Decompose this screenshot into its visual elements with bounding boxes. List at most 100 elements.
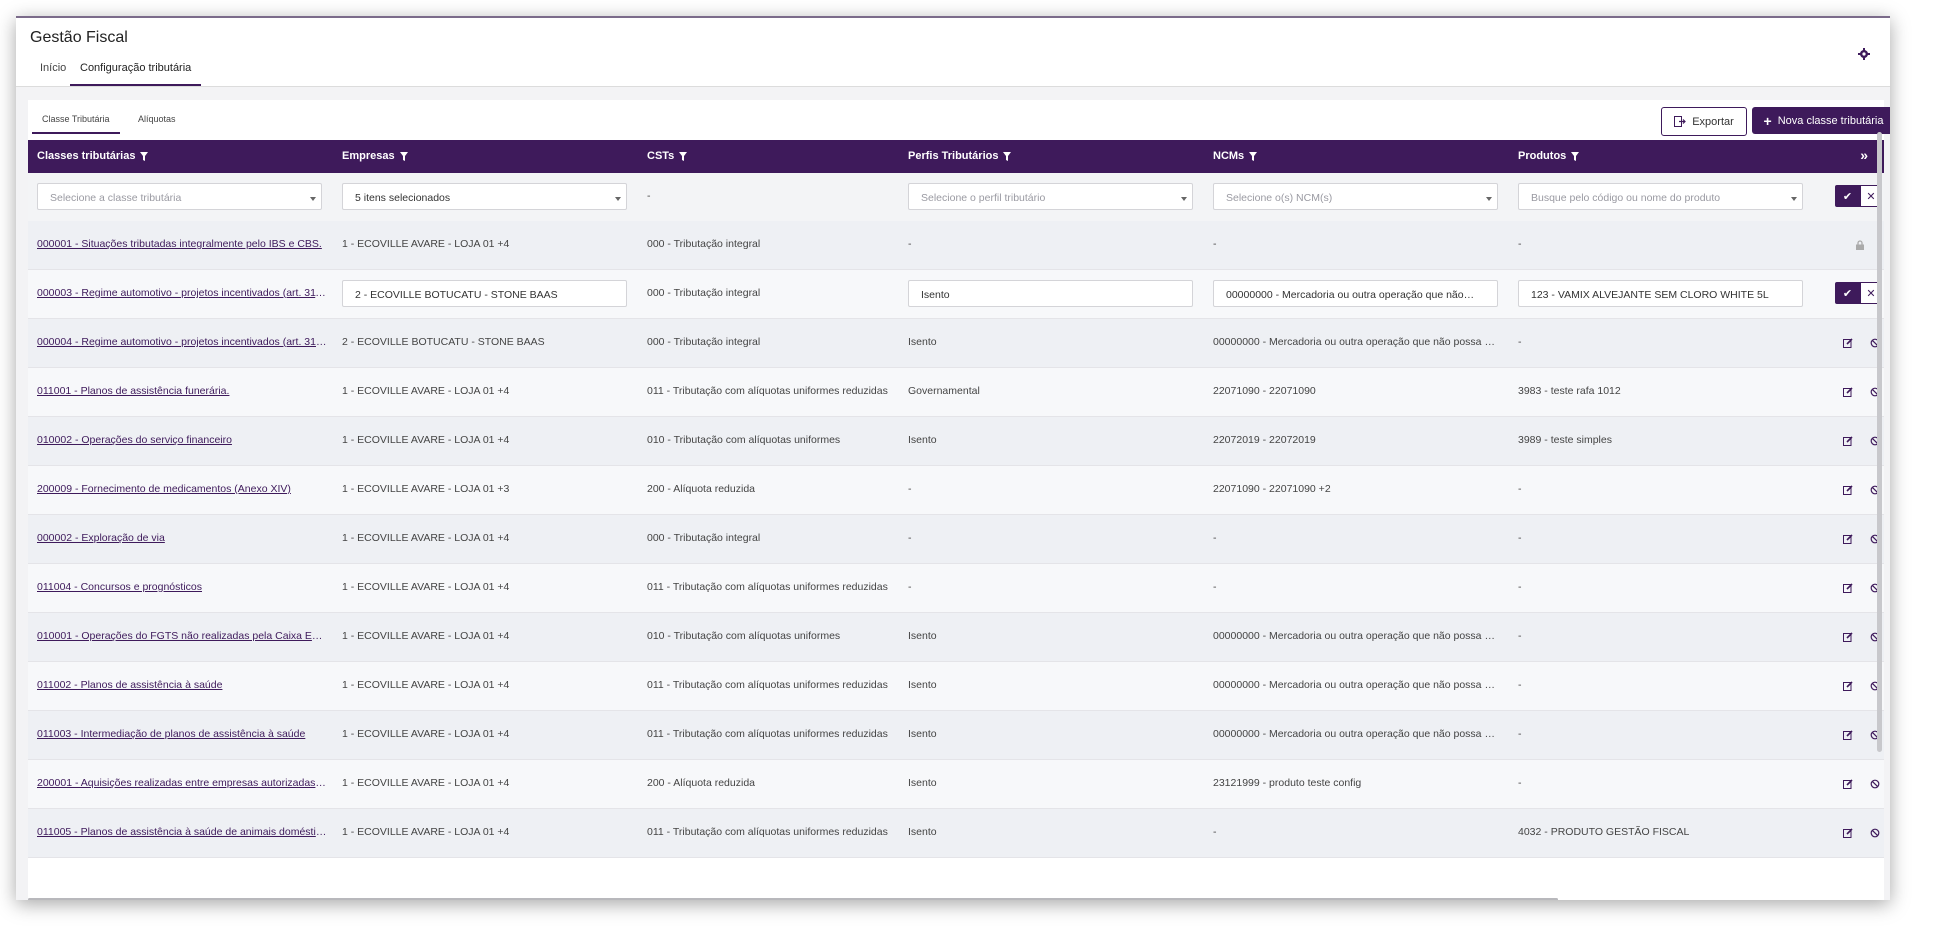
classe-link[interactable]: 010001 - Operações do FGTS não realizada… bbox=[37, 630, 327, 642]
export-button[interactable]: Exportar bbox=[1661, 107, 1747, 136]
main-content: Classe Tributária Alíquotas Exportar + N… bbox=[28, 100, 1890, 900]
cst-cell: 000 - Tributação integral bbox=[647, 336, 761, 348]
classe-link[interactable]: 000004 - Regime automotivo - projetos in… bbox=[37, 336, 327, 348]
ncm-cell: - bbox=[1213, 238, 1217, 250]
empresas-filter-select[interactable]: 5 itens selecionados bbox=[342, 183, 627, 210]
expand-columns-icon[interactable]: » bbox=[1860, 147, 1868, 163]
table-row: 011001 - Planos de assistência funerária… bbox=[28, 368, 1884, 417]
column-label: CSTs bbox=[647, 150, 675, 162]
classe-link[interactable]: 200001 - Aquisições realizadas entre emp… bbox=[37, 777, 327, 789]
classe-link[interactable]: 000002 - Exploração de via bbox=[37, 532, 327, 544]
empresa-cell: 1 - ECOVILLE AVARE - LOJA 01 +4 bbox=[342, 728, 510, 740]
edit-icon[interactable] bbox=[1843, 681, 1853, 691]
edit-icon[interactable] bbox=[1843, 779, 1853, 789]
empresa-edit-select[interactable]: 2 - ECOVILLE BOTUCATU - STONE BAAS bbox=[342, 280, 627, 307]
cst-cell: 011 - Tributação com alíquotas uniformes… bbox=[647, 581, 888, 593]
ncm-edit-select[interactable]: 00000000 - Mercadoria ou outra operação … bbox=[1213, 280, 1498, 307]
confirm-edit-button[interactable]: ✔ bbox=[1835, 282, 1860, 304]
cst-cell: 011 - Tributação com alíquotas uniformes… bbox=[647, 385, 888, 397]
cst-cell: 010 - Tributação com alíquotas uniformes bbox=[647, 630, 841, 642]
filter-icon[interactable] bbox=[1249, 151, 1258, 161]
filter-icon[interactable] bbox=[1003, 151, 1012, 161]
nav-tab-configuracao[interactable]: Configuração tributária bbox=[70, 62, 202, 86]
produto-filter-select[interactable]: Busque pelo código ou nome do produto bbox=[1518, 183, 1803, 210]
edit-icon[interactable] bbox=[1843, 387, 1853, 397]
produto-cell: - bbox=[1518, 483, 1522, 495]
disable-icon[interactable] bbox=[1870, 779, 1880, 789]
filter-icon[interactable] bbox=[140, 151, 149, 161]
nav-tab-inicio[interactable]: Início bbox=[40, 62, 66, 84]
classe-link[interactable]: 011002 - Planos de assistência à saúde bbox=[37, 679, 327, 691]
subtab-aliquotas[interactable]: Alíquotas bbox=[138, 114, 176, 132]
column-label: NCMs bbox=[1213, 150, 1245, 162]
subtab-classe-tributaria[interactable]: Classe Tributária bbox=[32, 114, 120, 134]
filter-icon[interactable] bbox=[1571, 151, 1580, 161]
classe-link[interactable]: 011004 - Concursos e prognósticos bbox=[37, 581, 327, 593]
subtabs-bar: Classe Tributária Alíquotas Exportar + N… bbox=[28, 100, 1890, 140]
perfil-cell: Isento bbox=[908, 679, 937, 691]
ncm-filter-select[interactable]: Selecione o(s) NCM(s) bbox=[1213, 183, 1498, 210]
app-header: Gestão Fiscal Início Configuração tribut… bbox=[16, 18, 1890, 87]
cst-cell: 011 - Tributação com alíquotas uniformes… bbox=[647, 679, 888, 691]
column-header-produtos[interactable]: Produtos bbox=[1518, 150, 1580, 162]
perfil-edit-select[interactable]: Isento bbox=[908, 280, 1193, 307]
edit-icon[interactable] bbox=[1843, 534, 1853, 544]
filter-icon[interactable] bbox=[679, 151, 688, 161]
classe-link[interactable]: 011003 - Intermediação de planos de assi… bbox=[37, 728, 327, 740]
column-header-ncms[interactable]: NCMs bbox=[1213, 150, 1258, 162]
chevron-down-icon bbox=[615, 197, 621, 201]
classe-link[interactable]: 000001 - Situações tributadas integralme… bbox=[37, 238, 327, 250]
classe-link[interactable]: 011005 - Planos de assistência à saúde d… bbox=[37, 826, 327, 838]
filter-icon[interactable] bbox=[399, 151, 408, 161]
ncm-cell: - bbox=[1213, 532, 1217, 544]
horizontal-scrollbar[interactable] bbox=[28, 898, 1558, 900]
edit-icon[interactable] bbox=[1843, 828, 1853, 838]
table-row: 000001 - Situações tributadas integralme… bbox=[28, 221, 1884, 270]
new-class-button[interactable]: + Nova classe tributária bbox=[1752, 107, 1890, 134]
chevron-down-icon bbox=[1181, 197, 1187, 201]
produto-cell: - bbox=[1518, 581, 1522, 593]
produto-edit-select[interactable]: 123 - VAMIX ALVEJANTE SEM CLORO WHITE 5L bbox=[1518, 280, 1803, 307]
apply-filter-button[interactable]: ✔ bbox=[1835, 185, 1860, 207]
column-label: Classes tributárias bbox=[37, 150, 136, 162]
empresa-cell: 1 - ECOVILLE AVARE - LOJA 01 +4 bbox=[342, 679, 510, 691]
gear-icon[interactable] bbox=[1858, 48, 1870, 60]
perfil-filter-select[interactable]: Selecione o perfil tributário bbox=[908, 183, 1193, 210]
empresa-cell: 2 - ECOVILLE BOTUCATU - STONE BAAS bbox=[342, 336, 545, 348]
perfil-cell: - bbox=[908, 238, 912, 250]
cst-cell: 010 - Tributação com alíquotas uniformes bbox=[647, 434, 841, 446]
column-header-csts[interactable]: CSTs bbox=[647, 150, 688, 162]
edit-icon[interactable] bbox=[1843, 583, 1853, 593]
edit-icon[interactable] bbox=[1843, 338, 1853, 348]
column-header-classes[interactable]: Classes tributárias bbox=[37, 150, 149, 162]
classe-link[interactable]: 200009 - Fornecimento de medicamentos (A… bbox=[37, 483, 327, 495]
cst-cell: 000 - Tributação integral bbox=[647, 532, 761, 544]
produto-cell: - bbox=[1518, 679, 1522, 691]
edit-icon[interactable] bbox=[1843, 436, 1853, 446]
perfil-cell: Isento bbox=[908, 826, 937, 838]
classe-link[interactable]: 000003 - Regime automotivo - projetos in… bbox=[37, 287, 327, 299]
classe-filter-select[interactable]: Selecione a classe tributária bbox=[37, 183, 322, 210]
column-header-perfis[interactable]: Perfis Tributários bbox=[908, 150, 1012, 162]
table-row: 010002 - Operações do serviço financeiro… bbox=[28, 417, 1884, 466]
cst-cell: 200 - Alíquota reduzida bbox=[647, 777, 755, 789]
produto-cell: 3983 - teste rafa 1012 bbox=[1518, 385, 1621, 397]
classe-link[interactable]: 010002 - Operações do serviço financeiro bbox=[37, 434, 327, 446]
perfil-cell: - bbox=[908, 581, 912, 593]
vertical-scrollbar[interactable] bbox=[1877, 132, 1882, 752]
table-row: 011002 - Planos de assistência à saúde 1 … bbox=[28, 662, 1884, 711]
produto-cell: - bbox=[1518, 777, 1522, 789]
classe-link[interactable]: 011001 - Planos de assistência funerária… bbox=[37, 385, 327, 397]
ncm-cell: 00000000 - Mercadoria ou outra operação … bbox=[1213, 679, 1498, 691]
ncm-cell: 22071090 - 22071090 +2 bbox=[1213, 483, 1331, 495]
perfil-cell: Governamental bbox=[908, 385, 980, 397]
app-title: Gestão Fiscal bbox=[30, 29, 128, 46]
edit-icon[interactable] bbox=[1843, 632, 1853, 642]
edit-icon[interactable] bbox=[1843, 730, 1853, 740]
edit-icon[interactable] bbox=[1843, 485, 1853, 495]
column-header-empresas[interactable]: Empresas bbox=[342, 150, 408, 162]
disable-icon[interactable] bbox=[1870, 828, 1880, 838]
chevron-down-icon bbox=[310, 197, 316, 201]
export-label: Exportar bbox=[1692, 115, 1734, 128]
produto-cell: - bbox=[1518, 728, 1522, 740]
